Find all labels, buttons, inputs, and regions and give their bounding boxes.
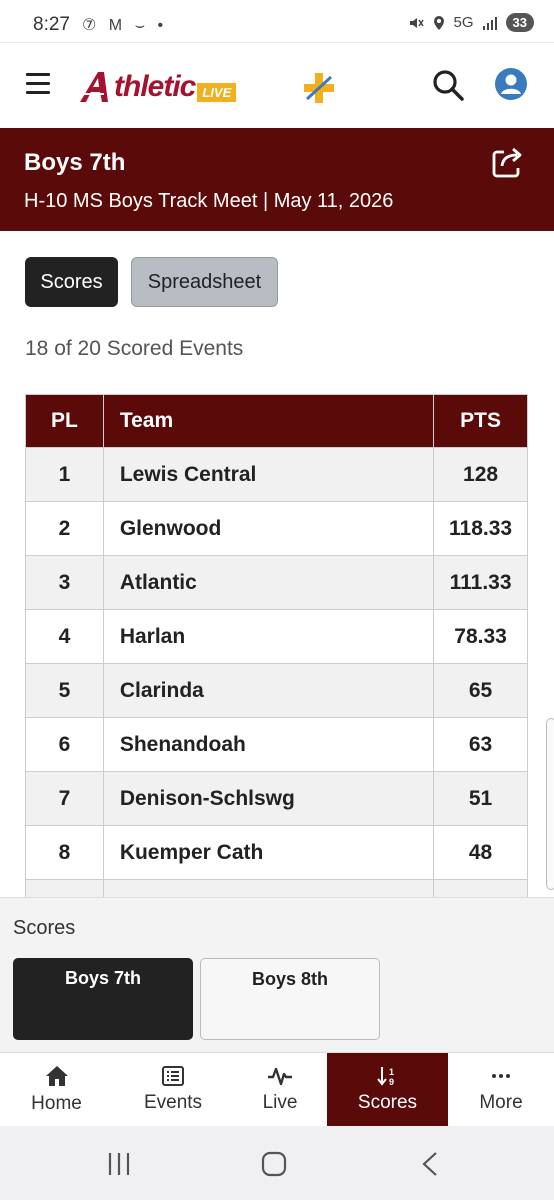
bottom-nav: Home Events Live 19 Scores More: [0, 1052, 554, 1127]
nav-more[interactable]: More: [448, 1053, 554, 1127]
team-cell: St. Albert, CB: [102, 879, 435, 897]
system-nav-bar: [0, 1126, 554, 1200]
plus-logo-icon[interactable]: [302, 71, 336, 105]
nav-live-label: Live: [262, 1092, 298, 1113]
nav-scores-label: Scores: [357, 1092, 418, 1113]
scores-panel: Scores Boys 7th Boys 8th: [0, 897, 554, 1052]
points-cell: 78.33: [433, 609, 528, 664]
table-row: 5 Clarinda 65: [25, 663, 528, 718]
nav-events-label: Events: [143, 1092, 203, 1113]
battery-indicator: 33: [505, 13, 534, 32]
points-cell: 118.33: [433, 501, 528, 556]
team-cell: Atlantic: [102, 555, 435, 610]
boys-8th-button[interactable]: Boys 8th: [200, 958, 380, 1040]
nav-home-label: Home: [31, 1093, 82, 1114]
place-cell: 7: [25, 771, 104, 826]
meet-subtitle: H-10 MS Boys Track Meet | May 11, 2026: [24, 190, 394, 212]
points-cell: 111.33: [433, 555, 528, 610]
pl-header: PL: [25, 394, 104, 448]
table-row: 6 Shenandoah 63: [25, 717, 528, 772]
points-cell: 65: [433, 663, 528, 718]
status-right: 5G 33: [408, 13, 534, 32]
page-title: Boys 7th: [24, 149, 126, 176]
list-icon: [162, 1066, 184, 1086]
scored-events-count: 18 of 20 Scored Events: [25, 337, 244, 360]
account-icon[interactable]: [494, 67, 528, 101]
place-cell: 4: [25, 609, 104, 664]
points-cell: 48: [433, 825, 528, 880]
scrollbar-handle[interactable]: [546, 718, 554, 890]
team-cell: Harlan: [102, 609, 435, 664]
boys-7th-button[interactable]: Boys 7th: [13, 958, 193, 1040]
team-cell: Lewis Central: [102, 447, 435, 502]
nav-events[interactable]: Events: [113, 1053, 233, 1127]
points-cell: 51: [433, 771, 528, 826]
table-header-row: PL Team PTS: [25, 394, 528, 448]
meet-banner: Boys 7th H-10 MS Boys Track Meet | May 1…: [0, 128, 554, 231]
app-header: thletic LIVE: [0, 42, 554, 128]
logo-live-badge: LIVE: [197, 82, 237, 102]
spreadsheet-tab[interactable]: Spreadsheet: [131, 257, 278, 307]
team-cell: Kuemper Cath: [102, 825, 435, 880]
nav-more-label: More: [479, 1092, 523, 1113]
team-cell: Clarinda: [102, 663, 435, 718]
team-cell: Glenwood: [102, 501, 435, 556]
home-icon: [45, 1066, 68, 1086]
points-cell: 128: [433, 447, 528, 502]
table-row: 7 Denison-Schlswg 51: [25, 771, 528, 826]
home-system-icon[interactable]: [261, 1151, 287, 1177]
status-bar: 8:27 ⑦ M ⌣ • 5G 33: [0, 0, 554, 42]
svg-text:9: 9: [389, 1077, 394, 1086]
place-cell: 8: [25, 825, 104, 880]
table-row: 8 Kuemper Cath 48: [25, 825, 528, 880]
panel-label: Scores: [13, 917, 76, 939]
share-icon[interactable]: [490, 144, 526, 180]
place-cell: 2: [25, 501, 104, 556]
notification-icons: ⑦ M ⌣ •: [82, 17, 168, 34]
sort-icon: 19: [376, 1067, 394, 1086]
team-cell: Shenandoah: [102, 717, 435, 772]
location-icon: [433, 15, 444, 30]
place-cell: 9: [25, 879, 104, 897]
mute-icon: [409, 17, 424, 28]
athletic-live-logo[interactable]: thletic LIVE: [78, 67, 237, 107]
points-cell: 31: [433, 879, 528, 897]
nav-home[interactable]: Home: [0, 1053, 113, 1127]
team-header: Team: [102, 394, 435, 448]
logo-text: thletic: [114, 70, 196, 103]
table-row: 1 Lewis Central 128: [25, 447, 528, 502]
nav-scores[interactable]: 19 Scores: [327, 1053, 448, 1127]
more-icon: [492, 1074, 510, 1078]
status-time: 8:27: [33, 14, 70, 35]
search-icon[interactable]: [430, 67, 466, 103]
place-cell: 6: [25, 717, 104, 772]
scores-tab[interactable]: Scores: [25, 257, 118, 307]
table-row: 9 St. Albert, CB 31: [25, 879, 528, 897]
place-cell: 5: [25, 663, 104, 718]
standings-table: PL Team PTS 1 Lewis Central 128 2 Glenwo…: [25, 394, 528, 897]
table-row: 3 Atlantic 111.33: [25, 555, 528, 610]
table-row: 2 Glenwood 118.33: [25, 501, 528, 556]
pts-header: PTS: [433, 394, 528, 448]
place-cell: 1: [25, 447, 104, 502]
team-cell: Denison-Schlswg: [102, 771, 435, 826]
menu-icon[interactable]: [26, 73, 50, 95]
points-cell: 63: [433, 717, 528, 772]
place-cell: 3: [25, 555, 104, 610]
recent-apps-icon[interactable]: [106, 1151, 132, 1177]
table-row: 4 Harlan 78.33: [25, 609, 528, 664]
pulse-icon: [268, 1067, 292, 1086]
signal-icon: [482, 16, 497, 30]
svg-text:1: 1: [389, 1067, 394, 1077]
network-label: 5G: [453, 14, 474, 31]
back-icon[interactable]: [419, 1151, 441, 1177]
logo-a-icon: [80, 72, 108, 102]
nav-live[interactable]: Live: [233, 1053, 327, 1127]
